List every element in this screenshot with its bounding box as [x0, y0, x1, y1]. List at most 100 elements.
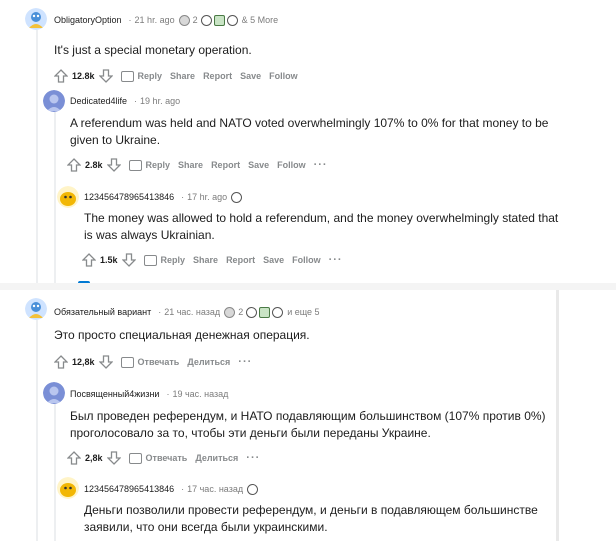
separator-dot: ·: [158, 307, 162, 317]
awards[interactable]: [231, 191, 243, 203]
reply-button[interactable]: Reply: [120, 70, 162, 82]
share-button[interactable]: Делиться: [195, 453, 238, 463]
timestamp[interactable]: 19 hr. ago: [140, 96, 180, 106]
award-icon: [213, 14, 225, 26]
comment-body-line: A referendum was held and NATO voted ove…: [70, 116, 549, 130]
downvote-icon[interactable]: [106, 451, 121, 465]
share-button[interactable]: Делиться: [187, 357, 230, 367]
username[interactable]: Посвященный4жизни: [70, 389, 159, 399]
follow-button[interactable]: Follow: [277, 160, 306, 170]
more-options-button[interactable]: ···: [314, 159, 328, 171]
comment-header: Dedicated4life · 19 hr. ago: [70, 91, 600, 111]
share-button[interactable]: Share: [193, 255, 218, 265]
awards[interactable]: [247, 483, 259, 495]
comment-header: Посвященный4жизни · 19 час. назад: [70, 384, 600, 404]
comment-bubble-icon: [120, 70, 134, 82]
follow-button[interactable]: Follow: [292, 255, 321, 265]
more-options-button[interactable]: ···: [329, 254, 343, 266]
awards[interactable]: 2: [178, 14, 238, 26]
reply-button[interactable]: Отвечать: [120, 356, 179, 368]
panel-separator: [0, 283, 616, 290]
report-button[interactable]: Report: [211, 160, 240, 170]
upvote-icon[interactable]: [67, 451, 81, 465]
downvote-icon[interactable]: [121, 253, 136, 267]
awards[interactable]: 2: [224, 306, 284, 318]
report-button[interactable]: Report: [203, 71, 232, 81]
comment-body: Был проведен референдум, и НАТО подавляю…: [70, 408, 600, 442]
comment-bubble-icon: [128, 159, 142, 171]
comment-bubble-icon: [120, 356, 134, 368]
upvote-icon[interactable]: [67, 158, 81, 172]
timestamp[interactable]: 17 час. назад: [187, 484, 243, 494]
username[interactable]: 123456478965413846: [84, 484, 174, 494]
reply-button[interactable]: Reply: [128, 159, 170, 171]
report-button[interactable]: Report: [226, 255, 255, 265]
thread-line[interactable]: [36, 30, 38, 283]
user-avatar[interactable]: [25, 8, 47, 30]
upvote-icon[interactable]: [82, 253, 96, 267]
username[interactable]: 123456478965413846: [84, 192, 174, 202]
comment: Посвященный4жизни · 19 час. назад Был пр…: [67, 384, 600, 467]
comment-bubble-icon: [128, 452, 142, 464]
award-icon: [200, 14, 212, 26]
scrollbar-track[interactable]: [556, 290, 559, 541]
thread-line[interactable]: [54, 398, 56, 541]
vote-score: 12,8k: [72, 357, 95, 367]
user-avatar[interactable]: [43, 382, 65, 404]
save-button[interactable]: Save: [248, 160, 269, 170]
save-button[interactable]: Save: [240, 71, 261, 81]
award-icon: [231, 191, 243, 203]
user-avatar[interactable]: [57, 186, 79, 208]
follow-button[interactable]: Follow: [269, 71, 298, 81]
comment-body: The money was allowed to hold a referend…: [84, 210, 604, 244]
russian-thread-panel: Обязательный вариант · 21 час. назад 2 и…: [0, 290, 616, 541]
timestamp[interactable]: 19 час. назад: [172, 389, 228, 399]
reply-button[interactable]: Отвечать: [128, 452, 187, 464]
award-count: 2: [238, 307, 244, 317]
comment: Dedicated4life · 19 hr. ago A referendum…: [67, 91, 600, 174]
username[interactable]: Dedicated4life: [70, 96, 127, 106]
more-options-button[interactable]: ···: [238, 356, 252, 368]
timestamp[interactable]: 17 hr. ago: [187, 192, 227, 202]
upvote-icon[interactable]: [54, 69, 68, 83]
separator-dot: ·: [128, 15, 132, 25]
share-button[interactable]: Share: [178, 160, 203, 170]
comment-bubble-icon: [143, 254, 157, 266]
share-button[interactable]: Share: [170, 71, 195, 81]
vote-score: 12.8k: [72, 71, 95, 81]
comment-body: Деньги позволили провести референдум, и …: [84, 502, 554, 536]
award-icon: [224, 306, 236, 318]
more-options-button[interactable]: ···: [246, 452, 260, 464]
comment-actions: 12.8k Reply Share Report Save Follow: [54, 67, 604, 85]
save-button[interactable]: Save: [263, 255, 284, 265]
more-awards-link[interactable]: и еще 5: [287, 307, 319, 317]
award-icon: [226, 14, 238, 26]
downvote-icon[interactable]: [98, 69, 113, 83]
thread-line[interactable]: [54, 112, 56, 283]
user-avatar[interactable]: [43, 90, 65, 112]
thread-line[interactable]: [36, 320, 38, 541]
separator-dot: ·: [166, 389, 170, 399]
comment-body: A referendum was held and NATO voted ove…: [70, 115, 600, 149]
comment: 123456478965413846 · 17 hr. ago The mone…: [82, 187, 604, 269]
vote-score: 2,8k: [85, 453, 103, 463]
user-avatar[interactable]: [25, 298, 47, 320]
timestamp[interactable]: 21 час. назад: [164, 307, 220, 317]
more-awards-link[interactable]: & 5 More: [242, 15, 279, 25]
vote-score: 2.8k: [85, 160, 103, 170]
comment-body-line: given to Ukraine.: [70, 133, 161, 147]
comment: Обязательный вариант · 21 час. назад 2 и…: [54, 302, 594, 371]
timestamp[interactable]: 21 hr. ago: [135, 15, 175, 25]
vote-score: 1.5k: [100, 255, 118, 265]
comment: 123456478965413846 · 17 час. назад Деньг…: [84, 479, 554, 536]
user-avatar[interactable]: [57, 477, 79, 499]
upvote-icon[interactable]: [54, 355, 68, 369]
comment-body-line: Деньги позволили провести референдум, и …: [84, 503, 538, 517]
reply-button[interactable]: Reply: [143, 254, 185, 266]
downvote-icon[interactable]: [98, 355, 113, 369]
separator-dot: ·: [181, 192, 185, 202]
comment-header: 123456478965413846 · 17 hr. ago: [84, 187, 604, 207]
username[interactable]: ObligatoryOption: [54, 15, 122, 25]
username[interactable]: Обязательный вариант: [54, 307, 151, 317]
downvote-icon[interactable]: [106, 158, 121, 172]
